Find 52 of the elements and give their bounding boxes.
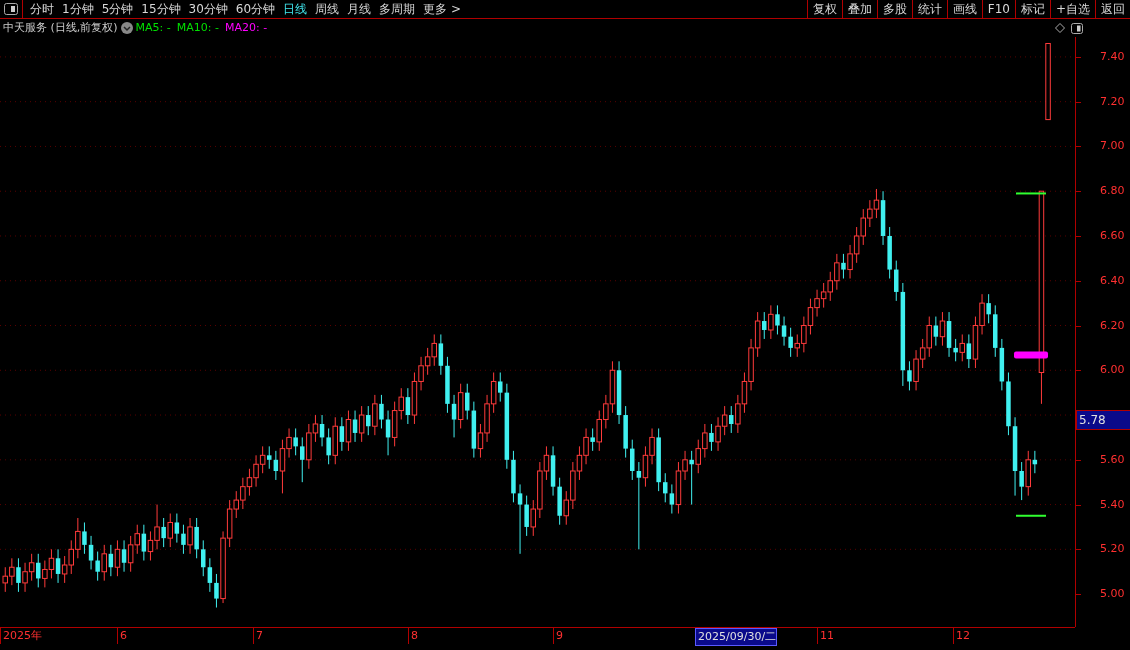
axis-label: 6.80: [1100, 182, 1125, 199]
toolbar-button[interactable]: 画线: [946, 0, 982, 18]
dropdown-icon[interactable]: [120, 22, 133, 34]
period-tab[interactable]: 1分钟: [58, 0, 98, 18]
toolbar-button[interactable]: 叠加: [841, 0, 877, 18]
period-tab[interactable]: 60分钟: [231, 0, 280, 18]
toolbar-button[interactable]: +自选: [1049, 0, 1095, 18]
low-marker: [1015, 514, 1047, 517]
axis-label: 2025年: [0, 628, 42, 644]
axis-label: 7.40: [1100, 48, 1125, 65]
period-tab[interactable]: 周线: [311, 0, 344, 18]
axis-label: 7: [253, 628, 263, 644]
period-tab[interactable]: 更多 >: [419, 0, 465, 18]
chart-title: 中天服务 (日线,前复权): [3, 20, 118, 36]
axis-label: 5.60: [1100, 451, 1125, 468]
axis-label: 7.20: [1100, 93, 1125, 110]
period-tab[interactable]: 月线: [343, 0, 376, 18]
axis-label: 9: [553, 628, 563, 644]
high-marker: [1015, 192, 1047, 195]
period-tab[interactable]: 30分钟: [184, 0, 232, 18]
axis-label: 6.00: [1100, 362, 1125, 378]
axis-label: 6: [117, 628, 127, 644]
axis-label: 7.00: [1100, 138, 1125, 155]
axis-label: 12: [953, 628, 970, 644]
cost-marker: [1014, 351, 1048, 359]
panel-toggle-icon[interactable]: [1071, 22, 1083, 34]
period-tab[interactable]: 15分钟: [137, 0, 185, 18]
indicator-label: MA5: -: [135, 20, 171, 36]
toolbar-button[interactable]: 复权: [806, 0, 842, 18]
period-tab[interactable]: 日线: [279, 0, 312, 18]
axis-label: 6.60: [1100, 227, 1125, 244]
diamond-icon[interactable]: [1055, 23, 1065, 33]
period-tab[interactable]: 多周期: [375, 0, 420, 18]
toolbar-button[interactable]: 统计: [911, 0, 947, 18]
indicator-label: MA10: -: [176, 20, 219, 36]
period-tab[interactable]: 5分钟: [97, 0, 138, 18]
toolbar-button[interactable]: 标记: [1014, 0, 1050, 18]
axis-label: 2025/09/30/二: [695, 628, 778, 646]
toolbar-button[interactable]: 多股: [876, 0, 912, 18]
toolbar-button[interactable]: 返回: [1095, 0, 1130, 18]
axis-label: 5.20: [1100, 541, 1125, 558]
axis-label: 8: [408, 628, 418, 644]
axis-label: 5.40: [1100, 496, 1125, 513]
period-tab[interactable]: 分时: [26, 0, 58, 18]
toolbar-button[interactable]: F10: [981, 0, 1015, 18]
panel-toggle-icon[interactable]: [4, 3, 18, 15]
axis-label: 6.40: [1100, 272, 1125, 289]
axis-label: 11: [817, 628, 834, 644]
axis-label: 5.00: [1100, 585, 1125, 602]
indicator-label: MA20: -: [224, 20, 268, 36]
price-tag: 5.78: [1076, 409, 1130, 430]
axis-label: 6.20: [1100, 317, 1125, 334]
